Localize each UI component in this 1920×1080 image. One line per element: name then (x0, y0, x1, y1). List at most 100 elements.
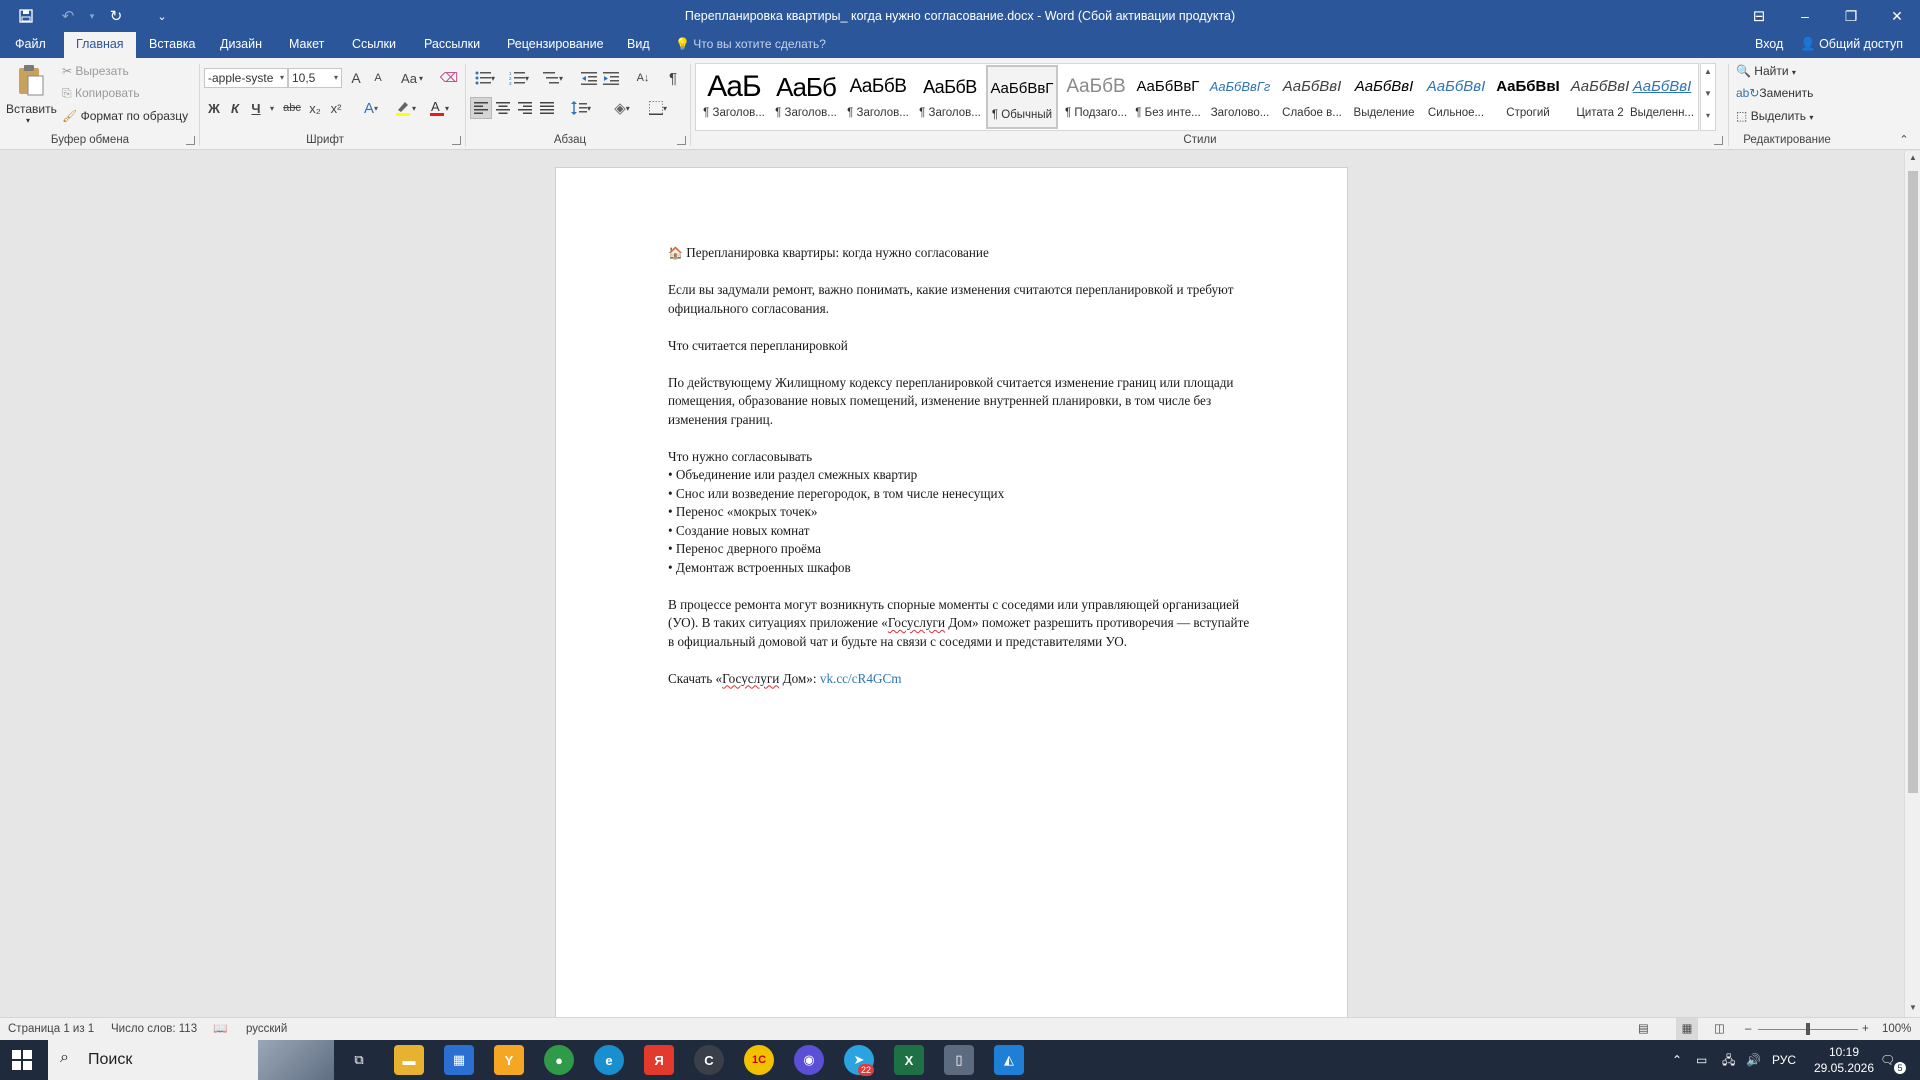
style-intense-emphasis[interactable]: AaБбВвІ Сильное... (1420, 65, 1492, 129)
misspelled-word[interactable]: Госуслуги (888, 615, 945, 630)
excel-icon[interactable]: X (894, 1045, 924, 1075)
restore-button[interactable]: ❐ (1828, 0, 1874, 32)
misspelled-word[interactable]: Госуслуги (722, 671, 779, 686)
sign-in-link[interactable]: Вход (1755, 32, 1783, 58)
document-page[interactable]: 🏠 Перепланировка квартиры: когда нужно с… (555, 167, 1348, 1027)
document-body[interactable]: 🏠 Перепланировка квартиры: когда нужно с… (668, 244, 1288, 688)
style-heading-2[interactable]: AaБб ¶ Заголов... (770, 65, 842, 129)
superscript-button[interactable]: x² (326, 97, 346, 119)
style-subtitle[interactable]: AaБбВ ¶ Подзаго... (1060, 65, 1132, 129)
chrome-icon[interactable]: ● (544, 1045, 574, 1075)
download-link[interactable]: vk.cc/cR4GCm (820, 671, 902, 686)
align-center-icon[interactable] (492, 97, 514, 119)
scroll-down-icon[interactable]: ▼ (1701, 89, 1715, 98)
notepad-icon[interactable]: ▯ (944, 1045, 974, 1075)
tab-references[interactable]: Ссылки (340, 32, 408, 58)
show-formatting-marks-icon[interactable]: ¶ (662, 67, 684, 89)
windows-start-icon[interactable] (12, 1050, 32, 1070)
taskbar-search[interactable]: ⌕ Поиск (48, 1040, 334, 1080)
print-layout-icon[interactable]: ▦ (1676, 1018, 1698, 1040)
volume-icon[interactable]: 🔊 (1746, 1040, 1761, 1080)
style-subtle-emphasis[interactable]: AaБбВвІ Слабое в... (1276, 65, 1348, 129)
scroll-up-icon[interactable]: ▲ (1905, 153, 1920, 162)
edge-icon[interactable]: e (594, 1045, 624, 1075)
page-count[interactable]: Страница 1 из 1 (8, 1018, 94, 1040)
tab-view[interactable]: Вид (615, 32, 662, 58)
photos-icon[interactable]: ◭ (994, 1045, 1024, 1075)
zoom-in-button[interactable]: + (1862, 1018, 1869, 1040)
clipboard-launcher-icon[interactable] (186, 136, 195, 145)
underline-dropdown-icon[interactable]: ▾ (267, 97, 277, 119)
tab-mailings[interactable]: Рассылки (412, 32, 492, 58)
more-styles-icon[interactable]: ▾ (1701, 111, 1715, 120)
file-explorer-icon[interactable]: ▬ (394, 1045, 424, 1075)
zoom-level[interactable]: 100% (1882, 1018, 1911, 1040)
bullets-button[interactable]: ▾ (470, 67, 500, 89)
ribbon-display-options-icon[interactable]: ⊟ (1736, 0, 1782, 32)
underline-button[interactable]: Ч (246, 97, 266, 119)
font-color-button[interactable]: A ▾ (424, 97, 454, 119)
justify-icon[interactable] (536, 97, 558, 119)
word-count[interactable]: Число слов: 113 (111, 1018, 197, 1040)
multilevel-list-button[interactable]: ▾ (538, 67, 568, 89)
style-strong[interactable]: AaБбВвІ Строгий (1492, 65, 1564, 129)
tab-file[interactable]: Файл (3, 32, 58, 58)
app-c-icon[interactable]: C (694, 1045, 724, 1075)
bold-button[interactable]: Ж (204, 97, 224, 119)
style-intense-quote[interactable]: AaБбВвІ Выделенн... (1626, 65, 1698, 129)
minimize-button[interactable]: – (1782, 0, 1828, 32)
read-mode-icon[interactable]: ▤ (1638, 1018, 1649, 1040)
web-layout-icon[interactable]: ◫ (1714, 1018, 1725, 1040)
notifications-icon[interactable]: 🗨 (1880, 1040, 1895, 1080)
find-button[interactable]: 🔍 Найти ▾ (1736, 64, 1796, 78)
select-button[interactable]: ⬚ Выделить ▾ (1736, 109, 1813, 123)
zoom-out-button[interactable]: – (1745, 1018, 1751, 1040)
tab-insert[interactable]: Вставка (137, 32, 207, 58)
save-icon[interactable] (12, 4, 40, 28)
customize-qat-icon[interactable]: ⌄ (148, 4, 176, 28)
line-spacing-button[interactable]: ▾ (566, 97, 596, 119)
cut-button[interactable]: ✂ Вырезать (62, 64, 129, 78)
paste-button[interactable]: Вставить ▾ (6, 62, 57, 132)
share-button[interactable]: 👤 Общий доступ (1800, 32, 1903, 58)
text-effects-icon[interactable]: A ▾ (356, 97, 386, 119)
highlight-color-button[interactable]: ▾ (390, 97, 420, 119)
tell-me-search[interactable]: 💡 Что вы хотите сделать? (675, 32, 826, 58)
sort-icon[interactable]: А↓ (632, 67, 654, 89)
font-family-combo[interactable]: -apple-syste ▾ (204, 68, 288, 88)
subscript-button[interactable]: x₂ (305, 97, 325, 119)
language-indicator[interactable]: русский (246, 1018, 287, 1040)
grow-font-icon[interactable]: A (346, 67, 366, 89)
style-emphasis[interactable]: AaБбВвІ Выделение (1348, 65, 1420, 129)
tab-design[interactable]: Дизайн (208, 32, 274, 58)
close-button[interactable]: ✕ (1874, 0, 1920, 32)
collapse-ribbon-icon[interactable]: ⌃ (1896, 128, 1912, 150)
style-normal[interactable]: AaБбВвГ ¶ Обычный (986, 65, 1058, 129)
messenger-icon[interactable]: ◉ (794, 1045, 824, 1075)
paragraph-launcher-icon[interactable] (677, 136, 686, 145)
style-heading-5[interactable]: AaБбВвГг Заголово... (1204, 65, 1276, 129)
numbering-button[interactable]: 1 2 3 ▾ (504, 67, 534, 89)
scroll-up-icon[interactable]: ▲ (1701, 67, 1715, 76)
align-right-icon[interactable] (514, 97, 536, 119)
clear-formatting-icon[interactable]: ⌫ (438, 67, 460, 89)
style-no-spacing[interactable]: AaБбВвГ ¶ Без инте... (1132, 65, 1204, 129)
borders-button[interactable]: ▾ (642, 97, 674, 119)
styles-launcher-icon[interactable] (1714, 136, 1723, 145)
network-icon[interactable]: 🖧 (1722, 1040, 1735, 1080)
italic-button[interactable]: К (225, 97, 245, 119)
zoom-slider-thumb[interactable] (1806, 1023, 1810, 1035)
yandex-browser-icon[interactable]: Y (494, 1045, 524, 1075)
increase-indent-icon[interactable] (600, 67, 622, 89)
yandex-icon[interactable]: Я (644, 1045, 674, 1075)
styles-gallery-scroll[interactable]: ▲ ▼ ▾ (1700, 63, 1716, 131)
shading-button[interactable]: ◈ ▾ (606, 97, 638, 119)
style-heading-4[interactable]: AaБбВ ¶ Заголов... (914, 65, 986, 129)
proofing-icon[interactable]: 📖 (213, 1018, 227, 1040)
scrollbar-thumb[interactable] (1908, 171, 1918, 793)
vertical-scrollbar[interactable]: ▲ ▼ (1904, 151, 1920, 1017)
style-heading-3[interactable]: AaБбВ ¶ Заголов... (842, 65, 914, 129)
redo-icon[interactable]: ↻ (102, 4, 130, 28)
style-heading-1[interactable]: AaБ ¶ Заголов... (698, 65, 770, 129)
change-case-button[interactable]: Aa ▾ (396, 67, 428, 89)
